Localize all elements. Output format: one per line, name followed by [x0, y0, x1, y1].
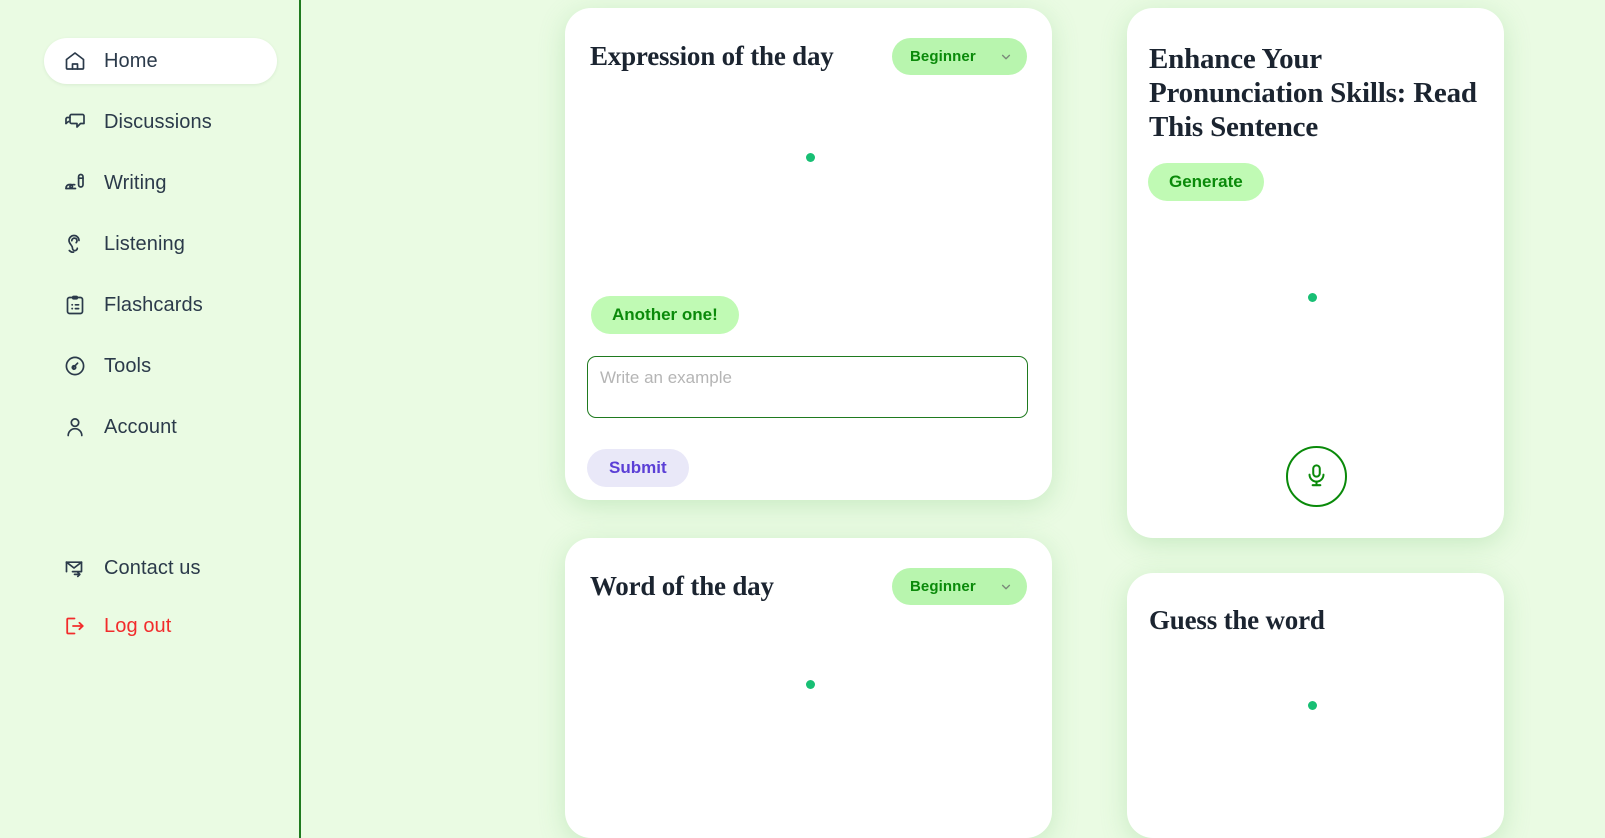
loading-indicator-pronunciation: [1308, 293, 1317, 302]
submit-button[interactable]: Submit: [587, 449, 689, 487]
sidebar-item-writing[interactable]: Writing: [44, 160, 277, 206]
sidebar-item-label: Writing: [104, 171, 167, 194]
sidebar-item-contact-us[interactable]: Contact us: [44, 545, 277, 591]
card-pronunciation: Enhance Your Pronunciation Skills: Read …: [1127, 8, 1504, 538]
sidebar-item-label: Contact us: [104, 556, 201, 579]
sidebar-item-flashcards[interactable]: Flashcards: [44, 282, 277, 328]
example-input[interactable]: [587, 356, 1028, 418]
main-content: Expression of the day Beginner Another o…: [303, 0, 1605, 838]
level-label: Beginner: [910, 578, 976, 595]
generate-button[interactable]: Generate: [1148, 163, 1264, 201]
loading-indicator-guess: [1308, 701, 1317, 710]
sidebar-item-label: Discussions: [104, 110, 212, 133]
loading-indicator-word: [806, 680, 815, 689]
page-title: Expression of the day: [590, 41, 834, 72]
card-header: Guess the word: [1127, 573, 1504, 637]
level-selector-expression[interactable]: Beginner: [892, 38, 1027, 75]
sidebar-item-log-out[interactable]: Log out: [44, 603, 277, 649]
card-header: Expression of the day Beginner: [565, 8, 1052, 75]
chevron-down-icon: [1000, 581, 1012, 593]
sidebar: Home Discussions Writing Listening Flash…: [0, 0, 301, 838]
chevron-down-icon: [1000, 51, 1012, 63]
card-word-of-the-day: Word of the day Beginner: [565, 538, 1052, 838]
sidebar-bottom-group: Contact us Log out: [0, 545, 299, 649]
user-icon: [62, 414, 88, 440]
page-title: Guess the word: [1149, 605, 1325, 635]
sidebar-item-label: Log out: [104, 614, 172, 637]
card-header: Enhance Your Pronunciation Skills: Read …: [1127, 8, 1504, 145]
gauge-icon: [62, 353, 88, 379]
sidebar-item-tools[interactable]: Tools: [44, 343, 277, 389]
logout-icon: [62, 613, 88, 639]
page-title: Word of the day: [590, 571, 774, 602]
page-title: Enhance Your Pronunciation Skills: Read …: [1149, 43, 1477, 144]
microphone-icon: [1303, 462, 1330, 492]
home-icon: [62, 48, 88, 74]
pen-icon: [62, 170, 88, 196]
sidebar-item-account[interactable]: Account: [44, 404, 277, 450]
sidebar-item-label: Flashcards: [104, 293, 203, 316]
ear-icon: [62, 231, 88, 257]
card-expression-of-the-day: Expression of the day Beginner Another o…: [565, 8, 1052, 500]
card-header: Word of the day Beginner: [565, 538, 1052, 605]
sidebar-item-listening[interactable]: Listening: [44, 221, 277, 267]
mail-forward-icon: [62, 555, 88, 581]
another-one-button[interactable]: Another one!: [591, 296, 739, 334]
sidebar-item-label: Tools: [104, 354, 152, 377]
loading-indicator-expression: [806, 153, 815, 162]
microphone-record-button[interactable]: [1286, 446, 1347, 507]
sidebar-item-label: Home: [104, 49, 158, 72]
clipboard-icon: [62, 292, 88, 318]
sidebar-item-discussions[interactable]: Discussions: [44, 99, 277, 145]
level-label: Beginner: [910, 48, 976, 65]
sidebar-item-label: Listening: [104, 232, 185, 255]
sidebar-item-home[interactable]: Home: [44, 38, 277, 84]
sidebar-item-label: Account: [104, 415, 177, 438]
chat-bubbles-icon: [62, 109, 88, 135]
card-guess-the-word: Guess the word: [1127, 573, 1504, 838]
level-selector-word[interactable]: Beginner: [892, 568, 1027, 605]
